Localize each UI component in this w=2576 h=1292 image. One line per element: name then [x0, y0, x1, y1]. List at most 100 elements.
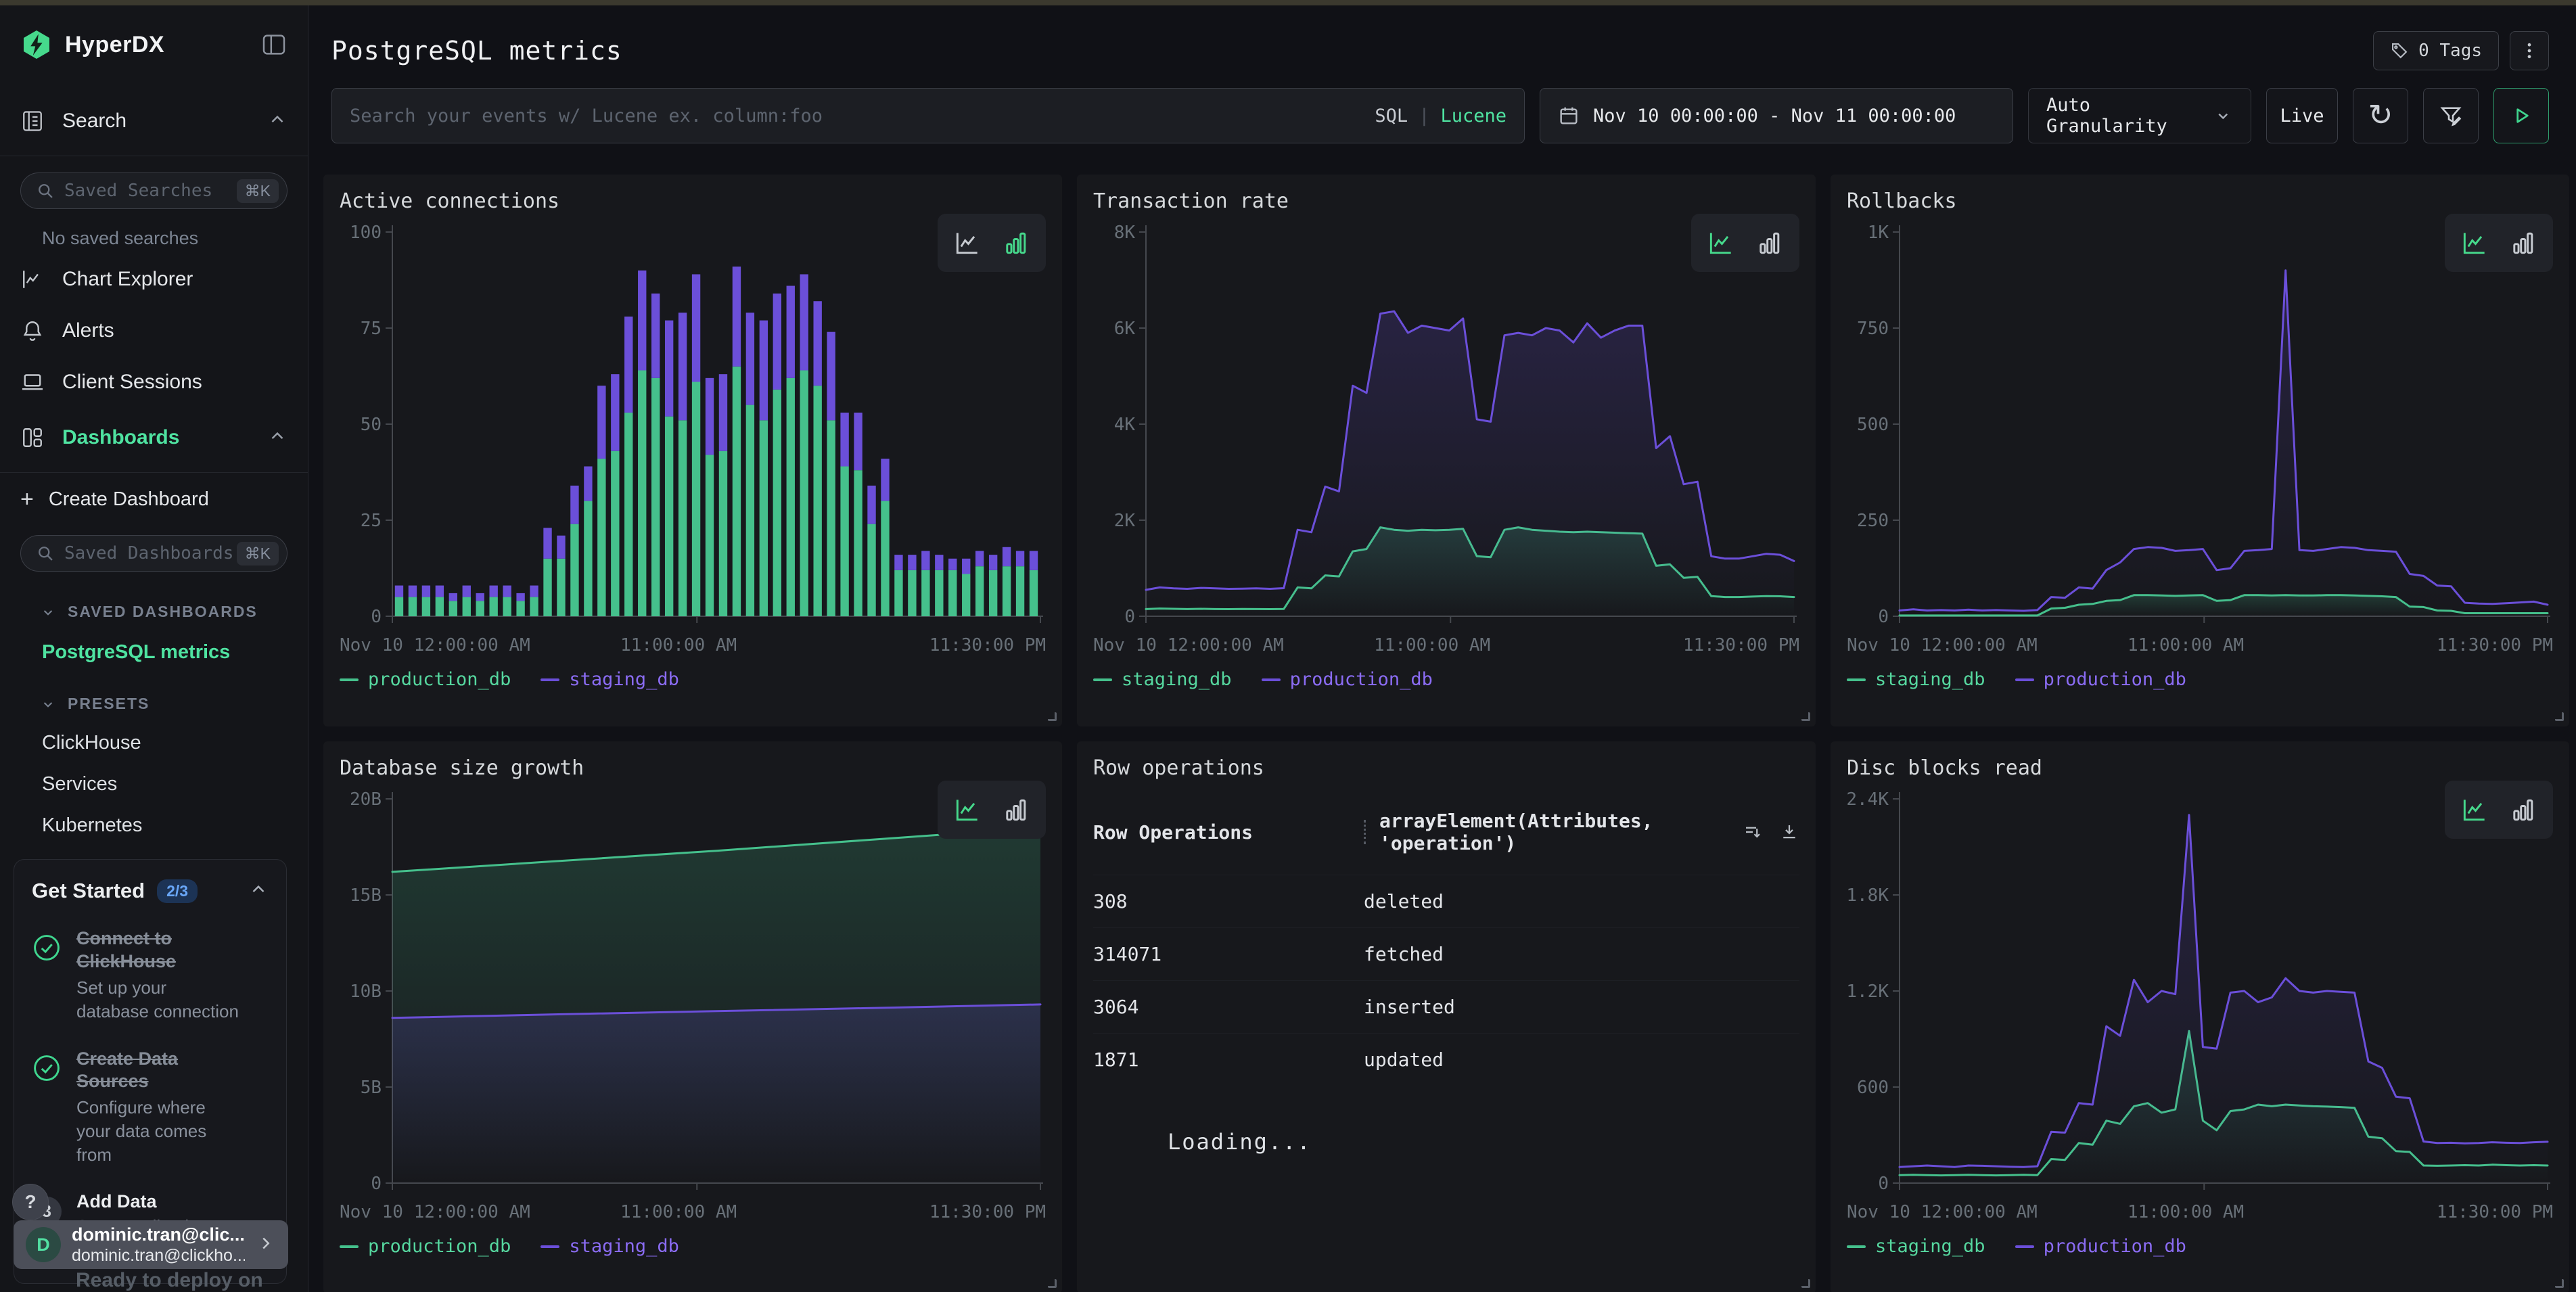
- panel-title: Transaction rate: [1093, 189, 1799, 213]
- dashboard-grid: Active connections0255075100Nov 10 12:00…: [323, 175, 2569, 1292]
- saved-searches-input[interactable]: Saved Searches ⌘K: [20, 172, 288, 209]
- brand-name: HyperDX: [65, 32, 164, 58]
- get-started-title: Get Started: [32, 879, 145, 903]
- help-button[interactable]: ?: [12, 1184, 49, 1220]
- panel-resize-handle[interactable]: [2555, 1279, 2564, 1288]
- chart-active-connections: 0255075100: [340, 221, 1046, 634]
- legend: staging_db production_db: [1093, 669, 1799, 690]
- sidebar-item-alerts[interactable]: Alerts: [0, 310, 308, 352]
- chart-type-toggle[interactable]: [2445, 214, 2553, 272]
- sidebar-item-kubernetes[interactable]: Kubernetes: [42, 814, 308, 837]
- chevron-down-icon: [39, 603, 57, 621]
- granularity-select[interactable]: Auto Granularity: [2028, 88, 2251, 143]
- shortcut-badge: ⌘K: [237, 179, 279, 203]
- sidebar-item-services[interactable]: Services: [42, 773, 308, 795]
- x-axis-labels: Nov 10 12:00:00 AM11:00:00 AM11:30:00 PM: [1093, 635, 1799, 661]
- x-axis-labels: Nov 10 12:00:00 AM11:00:00 AM11:30:00 PM: [1847, 635, 2553, 661]
- saved-dashboards-placeholder: Saved Dashboards: [64, 543, 237, 563]
- panel-resize-handle[interactable]: [1048, 1279, 1057, 1288]
- chart-type-toggle[interactable]: [2445, 781, 2553, 839]
- table-row[interactable]: 314071fetched: [1093, 927, 1799, 980]
- sort-icon[interactable]: [1743, 822, 1763, 842]
- sql-toggle[interactable]: SQL: [1375, 106, 1408, 126]
- refresh-button[interactable]: ↻: [2353, 88, 2408, 143]
- chevron-up-icon[interactable]: [248, 879, 269, 903]
- legend-item-staging_db[interactable]: staging_db: [540, 669, 679, 690]
- legend-label: production_db: [368, 1236, 511, 1257]
- presets-header[interactable]: PRESETS: [39, 695, 308, 713]
- panel-resize-handle[interactable]: [1048, 712, 1057, 721]
- legend-item-production_db[interactable]: production_db: [1262, 669, 1433, 690]
- legend-item-staging_db[interactable]: staging_db: [1093, 669, 1232, 690]
- time-range-picker[interactable]: Nov 10 00:00:00 - Nov 11 00:00:00: [1540, 88, 2013, 143]
- kebab-menu-button[interactable]: [2510, 31, 2549, 70]
- chart-transaction-rate: 02K4K6K8K: [1093, 221, 1799, 634]
- legend-label: staging_db: [569, 669, 679, 690]
- bar-chart-toggle-icon[interactable]: [1001, 228, 1031, 258]
- svg-text:8K: 8K: [1114, 223, 1136, 243]
- table-row[interactable]: 3064inserted: [1093, 980, 1799, 1033]
- line-chart-toggle-icon[interactable]: [1706, 228, 1736, 258]
- table-row[interactable]: 1871updated: [1093, 1033, 1799, 1086]
- saved-dashboards-input[interactable]: Saved Dashboards ⌘K: [20, 535, 288, 572]
- legend-item-production_db[interactable]: production_db: [2015, 1236, 2186, 1257]
- chart-type-toggle[interactable]: [938, 781, 1046, 839]
- get-started-step-connect[interactable]: Connect toClickHouse Set up your databas…: [32, 927, 269, 1023]
- legend-dash: [540, 1245, 559, 1248]
- live-button[interactable]: Live: [2266, 88, 2338, 143]
- x-tick-label: Nov 10 12:00:00 AM: [1847, 1202, 2038, 1222]
- panel-resize-handle[interactable]: [1801, 1279, 1810, 1288]
- download-icon[interactable]: [1779, 822, 1799, 842]
- lucene-toggle[interactable]: Lucene: [1440, 106, 1506, 126]
- line-chart-icon: [20, 267, 45, 292]
- get-started-step-sources[interactable]: Create Data Sources Configure where your…: [32, 1048, 269, 1168]
- svg-text:250: 250: [1857, 511, 1889, 531]
- line-chart-toggle-icon[interactable]: [952, 795, 982, 825]
- event-search-input[interactable]: Search your events w/ Lucene ex. column:…: [331, 88, 1525, 143]
- legend-item-production_db[interactable]: production_db: [340, 1236, 511, 1257]
- create-dashboard-button[interactable]: + Create Dashboard: [0, 480, 308, 519]
- line-chart-toggle-icon[interactable]: [2460, 228, 2489, 258]
- x-tick-label: 11:00:00 AM: [620, 1202, 737, 1222]
- saved-dashboards-header[interactable]: SAVED DASHBOARDS: [39, 603, 308, 621]
- legend-item-production_db[interactable]: production_db: [340, 669, 511, 690]
- calendar-icon: [1558, 105, 1580, 126]
- panel-resize-handle[interactable]: [1801, 712, 1810, 721]
- sidebar-item-postgresql-metrics[interactable]: PostgreSQL metrics: [42, 641, 308, 664]
- legend-item-staging_db[interactable]: staging_db: [1847, 669, 1985, 690]
- svg-text:10B: 10B: [350, 982, 382, 1002]
- sidebar-item-clickhouse[interactable]: ClickHouse: [42, 732, 308, 754]
- legend-item-staging_db[interactable]: staging_db: [540, 1236, 679, 1257]
- legend-item-production_db[interactable]: production_db: [2015, 669, 2186, 690]
- column-divider[interactable]: [1364, 820, 1366, 844]
- cell-count: 1871: [1093, 1048, 1364, 1071]
- collapse-sidebar-icon[interactable]: [260, 31, 288, 58]
- line-chart-toggle-icon[interactable]: [952, 228, 982, 258]
- chart-type-toggle[interactable]: [938, 214, 1046, 272]
- sidebar-section-search[interactable]: Search: [0, 97, 308, 145]
- legend-label: staging_db: [1875, 1236, 1985, 1257]
- svg-text:0: 0: [371, 1174, 382, 1194]
- chart-type-toggle[interactable]: [1691, 214, 1799, 272]
- tag-icon: [2390, 41, 2409, 60]
- bar-chart-toggle-icon[interactable]: [2508, 795, 2538, 825]
- bar-chart-toggle-icon[interactable]: [1755, 228, 1785, 258]
- legend-item-staging_db[interactable]: staging_db: [1847, 1236, 1985, 1257]
- svg-text:0: 0: [1878, 607, 1889, 627]
- legend-dash: [1847, 1245, 1866, 1248]
- sidebar-item-client-sessions[interactable]: Client Sessions: [0, 361, 308, 403]
- user-menu[interactable]: D dominic.tran@clic... dominic.tran@clic…: [14, 1220, 288, 1269]
- bar-chart-toggle-icon[interactable]: [1001, 795, 1031, 825]
- sidebar-item-chart-explorer[interactable]: Chart Explorer: [0, 258, 308, 300]
- tags-button[interactable]: 0 Tags: [2373, 31, 2499, 70]
- run-query-button[interactable]: [2493, 88, 2549, 143]
- table-row[interactable]: 308deleted: [1093, 875, 1799, 927]
- filter-button[interactable]: [2423, 88, 2479, 143]
- bar-chart-toggle-icon[interactable]: [2508, 228, 2538, 258]
- x-tick-label: 11:30:00 PM: [929, 1202, 1046, 1222]
- panel-resize-handle[interactable]: [2555, 712, 2564, 721]
- sidebar-section-dashboards[interactable]: Dashboards: [0, 414, 308, 461]
- line-chart-toggle-icon[interactable]: [2460, 795, 2489, 825]
- panel-title: Row operations: [1093, 756, 1799, 780]
- legend-dash: [340, 678, 359, 681]
